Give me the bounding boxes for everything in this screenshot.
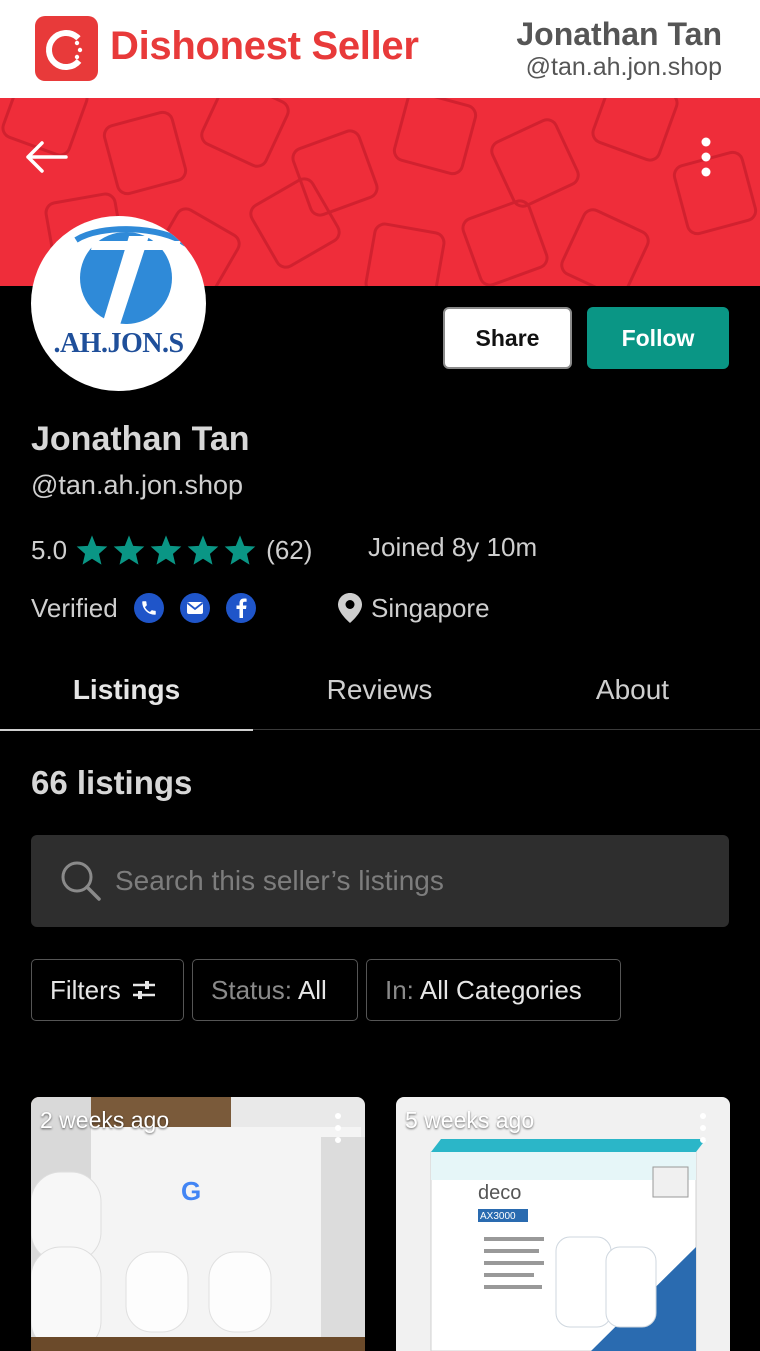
verified-label: Verified	[31, 592, 118, 623]
more-options-icon[interactable]	[690, 132, 722, 182]
listing-more-icon[interactable]	[698, 1111, 708, 1145]
email-icon	[179, 593, 210, 623]
search-icon	[61, 861, 101, 901]
seller-handle: @tan.ah.jon.shop	[31, 470, 244, 500]
tab-about[interactable]: About	[506, 650, 759, 730]
star-icon	[150, 535, 182, 565]
search-input[interactable]	[115, 865, 715, 897]
svg-text:G: G	[181, 1176, 201, 1206]
category-value: All Categories	[419, 974, 582, 1005]
status-value: All	[297, 974, 327, 1005]
rating-value: 5.0	[31, 534, 68, 565]
star-rating	[75, 534, 260, 566]
star-icon	[224, 535, 256, 565]
listing-more-icon[interactable]	[333, 1111, 343, 1145]
profile-tabs: Listings Reviews About	[0, 650, 760, 731]
avatar-logo-icon	[74, 226, 188, 328]
star-icon	[187, 535, 219, 565]
seller-avatar: .AH.JON.S	[31, 216, 206, 391]
header-user: Jonathan Tan @tan.ah.jon.shop	[516, 16, 722, 82]
filters-button[interactable]: Filters	[31, 959, 184, 1021]
verified-row: Verified	[31, 590, 256, 626]
filter-sliders-icon	[132, 981, 155, 999]
avatar-text: .AH.JON.S	[53, 328, 184, 359]
review-count[interactable]: (62)	[266, 535, 312, 566]
tab-listings[interactable]: Listings	[0, 650, 253, 731]
location: Singapore	[337, 590, 490, 626]
category-filter-chip[interactable]: In: All Categories	[366, 959, 621, 1021]
listing-image: deco AX3000	[396, 1097, 730, 1351]
star-icon	[113, 535, 145, 565]
facebook-icon	[225, 593, 256, 623]
seller-name: Jonathan Tan	[31, 420, 250, 458]
share-button[interactable]: Share	[443, 307, 572, 369]
star-icon	[76, 535, 108, 565]
joined-duration: Joined 8y 10m	[368, 532, 538, 562]
filters-label: Filters	[50, 974, 121, 1005]
status-prefix: Status:	[211, 974, 292, 1005]
back-arrow-icon[interactable]	[22, 135, 70, 179]
phone-icon	[133, 593, 164, 623]
svg-text:deco: deco	[478, 1182, 521, 1204]
status-filter-chip[interactable]: Status: All	[192, 959, 358, 1021]
svg-text:AX3000: AX3000	[480, 1211, 516, 1222]
listings-count: 66 listings	[31, 764, 193, 801]
listing-time: 2 weeks ago	[40, 1107, 170, 1133]
header-user-handle: @tan.ah.jon.shop	[525, 53, 722, 81]
app-header: Dishonest Seller Jonathan Tan @tan.ah.jo…	[0, 0, 760, 98]
rating-row: 5.0 (62)	[31, 530, 312, 570]
category-prefix: In:	[385, 974, 414, 1005]
listing-card[interactable]: G 2 weeks ago	[31, 1097, 365, 1351]
search-bar	[31, 835, 729, 927]
location-text: Singapore	[371, 592, 490, 623]
header-user-name: Jonathan Tan	[516, 16, 722, 52]
app-logo-icon	[35, 16, 98, 81]
tab-reviews[interactable]: Reviews	[253, 650, 506, 730]
brand-title: Dishonest Seller	[110, 24, 419, 68]
location-pin-icon	[338, 593, 362, 623]
follow-button[interactable]: Follow	[587, 307, 729, 369]
listing-card[interactable]: deco AX3000 5 weeks ago	[396, 1097, 730, 1351]
listing-image: G	[31, 1097, 365, 1351]
listing-time: 5 weeks ago	[405, 1107, 535, 1133]
